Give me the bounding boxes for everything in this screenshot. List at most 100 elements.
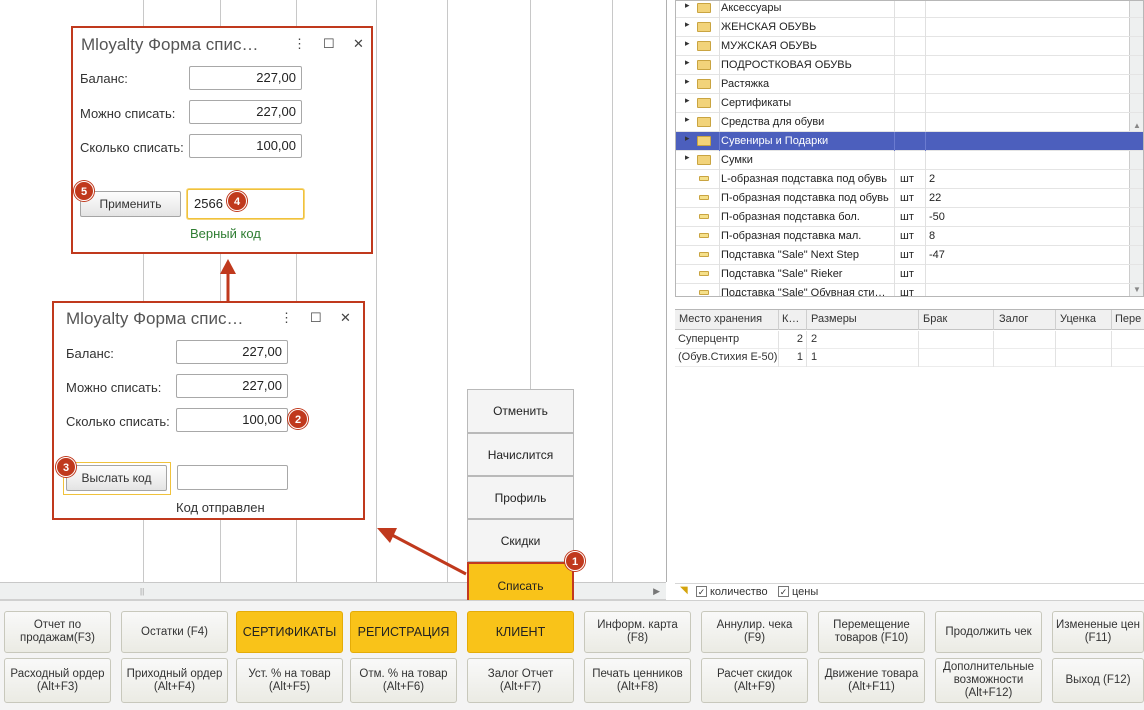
column-divider <box>894 189 895 208</box>
tree-row[interactable]: ▸ МУЖСКАЯ ОБУВЬ <box>676 37 1143 56</box>
tree-row[interactable]: Подставка "Sale" Обувная сти… шт <box>676 284 1143 297</box>
item-icon <box>699 214 709 219</box>
table-row[interactable]: (Обув.Стихия Е-50) 1 1 <box>675 349 1144 367</box>
expand-icon[interactable]: ▸ <box>685 38 690 49</box>
tree-row[interactable]: L-образная подставка под обувь шт 2 <box>676 170 1143 189</box>
send-code-button[interactable]: Выслать код <box>66 465 167 491</box>
tree-row-name: ПОДРОСТКОВАЯ ОБУВЬ <box>721 59 852 71</box>
function-button[interactable]: РЕГИСТРАЦИЯ <box>350 611 457 653</box>
quantity-checkbox[interactable]: ✓ <box>696 586 707 597</box>
expand-icon[interactable]: ▸ <box>685 19 690 30</box>
function-button[interactable]: Печать ценников (Alt+F8) <box>584 658 691 703</box>
expand-icon[interactable]: ▸ <box>685 57 690 68</box>
panel-divider <box>666 0 667 582</box>
function-button[interactable]: КЛИЕНТ <box>467 611 574 653</box>
storage-table[interactable]: Место хранения К… Размеры Брак Залог Уценка Пе… <box>675 309 1144 579</box>
side-menu-button-label: Скидки <box>500 533 541 548</box>
column-divider <box>894 227 895 246</box>
scroll-right-icon[interactable]: ▶ <box>653 586 660 597</box>
function-button[interactable]: СЕРТИФИКАТЫ <box>236 611 343 653</box>
column-header[interactable]: Место хранения <box>679 313 762 325</box>
expand-icon[interactable]: ▸ <box>685 152 690 163</box>
sms-code-field[interactable] <box>177 465 288 490</box>
expand-icon[interactable]: ▸ <box>685 1 690 11</box>
table-cell: (Обув.Стихия Е-50) <box>678 351 778 363</box>
step-badge-3: 3 <box>56 457 76 477</box>
maximize-icon[interactable]: ☐ <box>323 36 335 52</box>
function-button[interactable]: Расходный ордер (Alt+F3) <box>4 658 111 703</box>
prices-checkbox-label: цены <box>792 586 819 598</box>
table-row[interactable]: Суперцентр 2 2 <box>675 331 1144 349</box>
more-options-icon[interactable]: ⋮ <box>280 310 293 326</box>
dialog-title: Mloyalty Форма спис… <box>66 309 244 328</box>
tree-row[interactable]: П-образная подставка мал. шт 8 <box>676 227 1143 246</box>
side-menu-button[interactable]: Скидки <box>467 519 574 562</box>
side-menu-button[interactable]: Отменить <box>467 389 574 433</box>
column-header[interactable]: Размеры <box>811 313 857 325</box>
function-button[interactable]: Приходный ордер (Alt+F4) <box>121 658 228 703</box>
function-button[interactable]: Продолжить чек <box>935 611 1042 653</box>
function-button[interactable]: Перемещение товаров (F10) <box>818 611 925 653</box>
tree-row[interactable]: ▸ Аксессуары <box>676 1 1143 18</box>
prices-checkbox[interactable]: ✓ <box>778 586 789 597</box>
more-options-icon[interactable]: ⋮ <box>293 36 306 52</box>
column-divider <box>719 75 720 94</box>
tree-row-name: Подставка "Sale" Обувная сти… <box>721 287 886 297</box>
tree-row[interactable]: Подставка "Sale" Rieker шт <box>676 265 1143 284</box>
column-divider <box>894 208 895 227</box>
apply-button[interactable]: Применить <box>80 191 181 217</box>
tree-row[interactable]: ▸ Сувениры и Подарки <box>676 132 1143 151</box>
function-button[interactable]: Выход (F12) <box>1052 658 1144 703</box>
expand-icon[interactable]: ▸ <box>685 76 690 87</box>
item-icon <box>699 271 709 276</box>
scroll-thumb-icon[interactable]: || <box>140 587 144 596</box>
item-icon <box>699 176 709 181</box>
column-header[interactable]: Брак <box>923 313 947 325</box>
column-divider <box>719 265 720 284</box>
maximize-icon[interactable]: ☐ <box>310 310 322 326</box>
column-divider <box>894 132 895 151</box>
side-menu-button[interactable]: Начислится <box>467 433 574 476</box>
column-divider <box>925 208 926 227</box>
tree-row-name: П-образная подставка бол. <box>721 211 860 223</box>
column-divider <box>894 75 895 94</box>
function-button[interactable]: Дополнительные возможности (Alt+F12) <box>935 658 1042 703</box>
function-button[interactable]: Отчет по продажам(F3) <box>4 611 111 653</box>
function-button[interactable]: Аннулир. чека (F9) <box>701 611 808 653</box>
side-menu-button[interactable]: Профиль <box>467 476 574 519</box>
column-header[interactable]: Пере <box>1115 313 1141 325</box>
tree-row[interactable]: Подставка "Sale" Next Step шт -47 <box>676 246 1143 265</box>
tree-row[interactable]: ▸ Сертификаты <box>676 94 1143 113</box>
function-button[interactable]: Уст. % на товар (Alt+F5) <box>236 658 343 703</box>
column-header[interactable]: Залог <box>999 313 1028 325</box>
close-icon[interactable]: ✕ <box>353 36 364 52</box>
column-header[interactable]: К… <box>782 313 799 325</box>
function-button[interactable]: Отм. % на товар (Alt+F6) <box>350 658 457 703</box>
tree-row[interactable]: ▸ ЖЕНСКАЯ ОБУВЬ <box>676 18 1143 37</box>
function-button[interactable]: Расчет скидок (Alt+F9) <box>701 658 808 703</box>
function-button[interactable]: Залог Отчет (Alt+F7) <box>467 658 574 703</box>
column-divider <box>925 151 926 170</box>
grid-line <box>447 0 448 582</box>
close-icon[interactable]: ✕ <box>340 310 351 326</box>
tree-row[interactable]: П-образная подставка бол. шт -50 <box>676 208 1143 227</box>
function-button[interactable]: Измененые цен (F11) <box>1052 611 1144 653</box>
product-tree[interactable]: ▲ ▼ ▸ Аксессуары ▸ ЖЕНСКАЯ ОБУВЬ ▸ МУЖСКАЯ ОБ… <box>675 0 1144 297</box>
expand-icon[interactable]: ▸ <box>685 95 690 106</box>
column-header[interactable]: Уценка <box>1060 313 1096 325</box>
tree-row[interactable]: ▸ ПОДРОСТКОВАЯ ОБУВЬ <box>676 56 1143 75</box>
function-button[interactable]: Движение товара (Alt+F11) <box>818 658 925 703</box>
column-divider <box>719 284 720 296</box>
function-button[interactable]: Остатки (F4) <box>121 611 228 653</box>
write-off-amount-field[interactable]: 100,00 <box>176 408 288 432</box>
tree-row[interactable]: ▸ Средства для обуви <box>676 113 1143 132</box>
tree-row[interactable]: ▸ Сумки <box>676 151 1143 170</box>
expand-icon[interactable]: ▸ <box>685 114 690 125</box>
column-divider <box>918 349 919 367</box>
write-off-amount-field[interactable]: 100,00 <box>189 134 302 158</box>
tree-row[interactable]: ▸ Растяжка <box>676 75 1143 94</box>
expand-icon[interactable]: ▸ <box>685 133 690 144</box>
function-button[interactable]: Информ. карта (F8) <box>584 611 691 653</box>
tree-row[interactable]: П-образная подставка под обувь шт 22 <box>676 189 1143 208</box>
column-divider <box>993 331 994 349</box>
